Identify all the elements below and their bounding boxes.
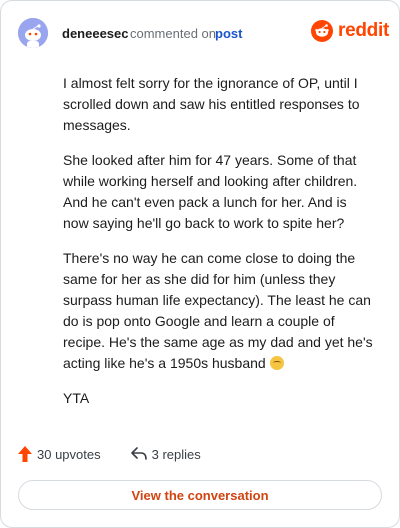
reddit-logo[interactable]: reddit bbox=[311, 20, 389, 42]
reddit-alien-icon bbox=[311, 20, 333, 42]
reply-count: 3 replies bbox=[151, 446, 201, 462]
replies-button[interactable]: 3 replies bbox=[130, 446, 201, 462]
grimacing-face-emoji-icon bbox=[269, 356, 284, 370]
snoo-avatar-icon bbox=[18, 18, 48, 48]
user-avatar[interactable] bbox=[18, 18, 48, 48]
comment-footer: 30 upvotes 3 replies bbox=[18, 446, 201, 462]
reply-arrow-icon bbox=[130, 447, 147, 460]
comment-paragraph: There's no way he can come close to doin… bbox=[63, 248, 373, 374]
commented-on-label: commented on bbox=[130, 26, 216, 41]
comment-card: deneeesec commented on post reddit I alm… bbox=[0, 0, 400, 528]
upvote-button[interactable]: 30 upvotes bbox=[18, 446, 101, 462]
comment-paragraph: She looked after him for 47 years. Some … bbox=[63, 152, 358, 231]
upvote-arrow-icon bbox=[18, 446, 32, 462]
reddit-wordmark: reddit bbox=[338, 20, 389, 41]
post-link[interactable]: post bbox=[215, 26, 242, 41]
comment-paragraph: I almost felt sorry for the ignorance of… bbox=[63, 75, 360, 133]
comment-author[interactable]: deneeesec bbox=[62, 26, 129, 41]
view-conversation-button[interactable]: View the conversation bbox=[18, 480, 382, 510]
comment-paragraph: YTA bbox=[63, 390, 90, 406]
comment-body: I almost felt sorry for the ignorance of… bbox=[63, 73, 373, 423]
upvote-count: 30 upvotes bbox=[37, 446, 101, 462]
comment-paragraph-text: There's no way he can come close to doin… bbox=[63, 250, 373, 371]
